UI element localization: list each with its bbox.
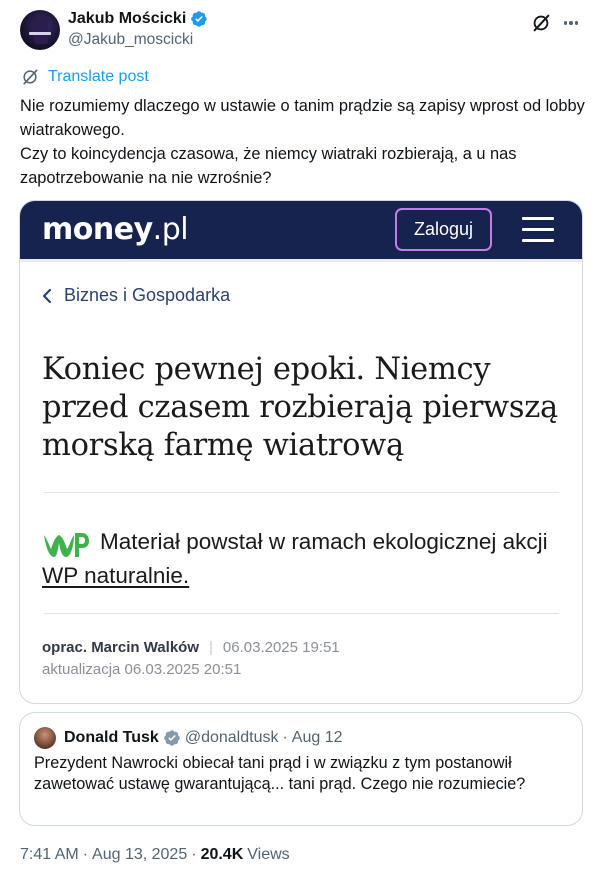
moneypl-topbar: money.pl Zaloguj	[20, 201, 582, 262]
author-handle[interactable]: @Jakub_moscicki	[68, 31, 193, 49]
author-avatar[interactable]	[20, 10, 60, 50]
eco-notice: Materiał powstał w ramach ekologicznej a…	[42, 529, 548, 588]
views-count: 20.4K	[200, 846, 244, 863]
publish-date: 06.03.2025 19:51	[222, 639, 340, 656]
breadcrumb-label: Biznes i Gospodarka	[64, 285, 231, 305]
hamburger-menu-icon	[522, 215, 554, 245]
divider	[44, 492, 559, 493]
quoted-author-name: Donald Tusk	[64, 729, 159, 746]
tweet-line: Czy to koincydencja czasowa, że niemcy w…	[20, 145, 517, 187]
verified-badge-icon	[191, 11, 207, 27]
translate-post-link[interactable]: Translate post	[20, 67, 149, 87]
quoted-author-avatar	[34, 727, 56, 749]
media-image[interactable]: money.pl Zaloguj Biznes i Gospodarka Kon…	[19, 200, 583, 704]
article-headline: Koniec pewnej epoki. Niemcy przed czasem…	[42, 352, 558, 463]
tweet-time[interactable]: 7:41 AM	[20, 846, 79, 864]
verified-badge-icon	[164, 730, 180, 746]
translate-icon	[23, 69, 38, 85]
more-icon[interactable]	[560, 12, 582, 34]
quoted-author-handle: @donaldtusk	[184, 729, 279, 746]
quoted-tweet-header: Donald Tusk @donaldtusk · Aug 12	[34, 727, 343, 749]
tweet-text: Nie rozumiemy dlaczego w ustawie o tanim…	[20, 94, 590, 190]
views-label: Views	[247, 846, 290, 863]
tweet-meta: 7:41 AM · Aug 13, 2025 · 20.4K Views	[20, 846, 290, 864]
quoted-tweet-text: Prezydent Nawrocki obiecał tani prąd i w…	[34, 754, 526, 793]
divider	[44, 613, 559, 614]
wp-naturalnie-link: WP naturalnie.	[42, 563, 190, 588]
breadcrumb: Biznes i Gospodarka	[42, 285, 230, 306]
translate-post-label: Translate post	[48, 68, 149, 85]
login-button: Zaloguj	[395, 208, 492, 251]
chevron-left-icon	[42, 288, 52, 303]
moneypl-logo: money.pl	[42, 212, 189, 247]
article-byline: oprac. Marcin Walków | 06.03.2025 19:51	[42, 639, 340, 656]
tweet-header: Jakub Mościcki @Jakub_moscicki	[20, 10, 582, 54]
tweet-date[interactable]: Aug 13, 2025	[92, 846, 187, 864]
author-name[interactable]: Jakub Mościcki	[68, 10, 186, 28]
author-name-row: Jakub Mościcki	[68, 10, 208, 28]
quoted-tweet-date: Aug 12	[291, 729, 343, 746]
updated-date: aktualizacja 06.03.2025 20:51	[42, 661, 242, 678]
quoted-tweet[interactable]: Donald Tusk @donaldtusk · Aug 12 Prezyde…	[19, 712, 583, 826]
grok-icon[interactable]	[530, 12, 552, 34]
tweet-line: Nie rozumiemy dlaczego w ustawie o tanim…	[20, 97, 585, 139]
